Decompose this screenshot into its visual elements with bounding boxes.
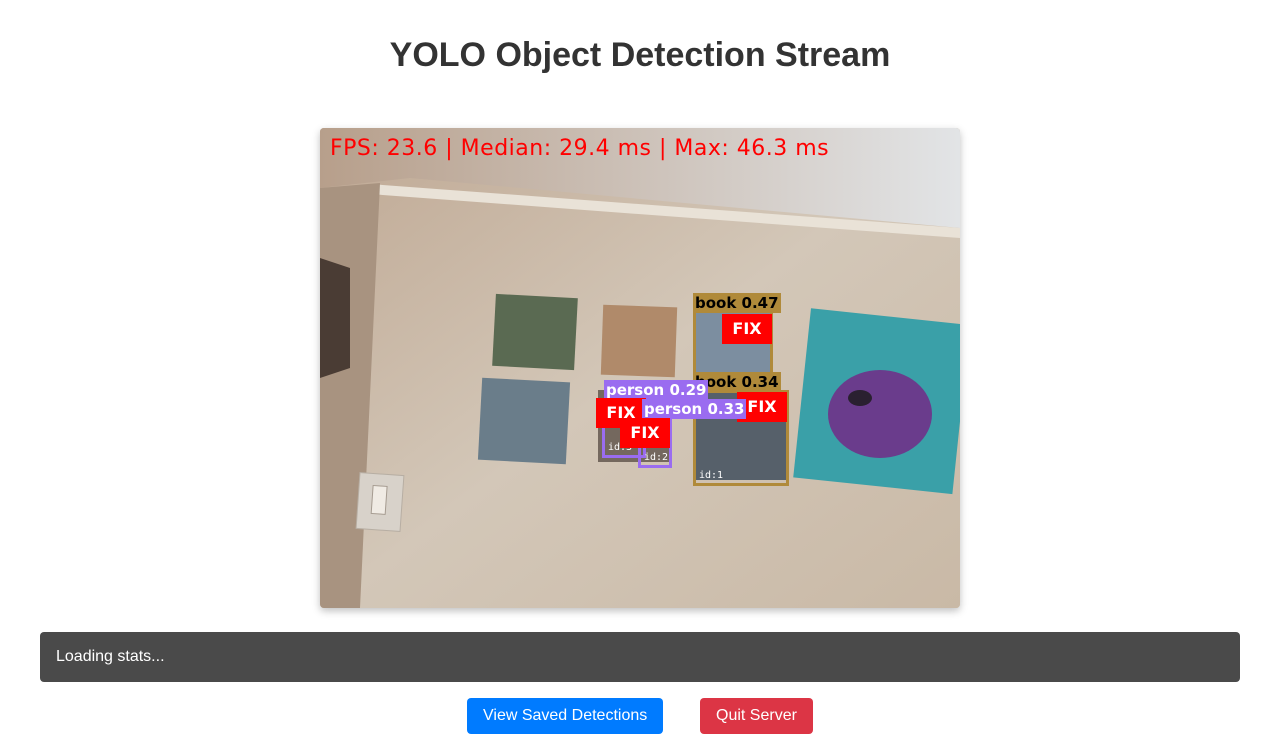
page-title: YOLO Object Detection Stream: [389, 36, 891, 74]
detection-id: id:2: [644, 452, 669, 463]
detection-id: id:1: [699, 470, 724, 481]
detection-label: person 0.29: [604, 380, 709, 400]
stats-panel: Loading stats...: [40, 632, 1240, 682]
camera-frame: [320, 128, 960, 608]
detection-label: person 0.33: [642, 399, 747, 419]
view-saved-detections-button[interactable]: View Saved Detections: [467, 698, 664, 734]
detection-tag: FIX: [620, 418, 670, 448]
video-stream: FPS: 23.6 | Median: 29.4 ms | Max: 46.3 …: [320, 128, 960, 608]
fps-overlay: FPS: 23.6 | Median: 29.4 ms | Max: 46.3 …: [330, 136, 830, 161]
quit-server-button[interactable]: Quit Server: [700, 698, 813, 734]
detection-label: book 0.47: [693, 293, 781, 313]
detection-tag: FIX: [722, 314, 772, 344]
